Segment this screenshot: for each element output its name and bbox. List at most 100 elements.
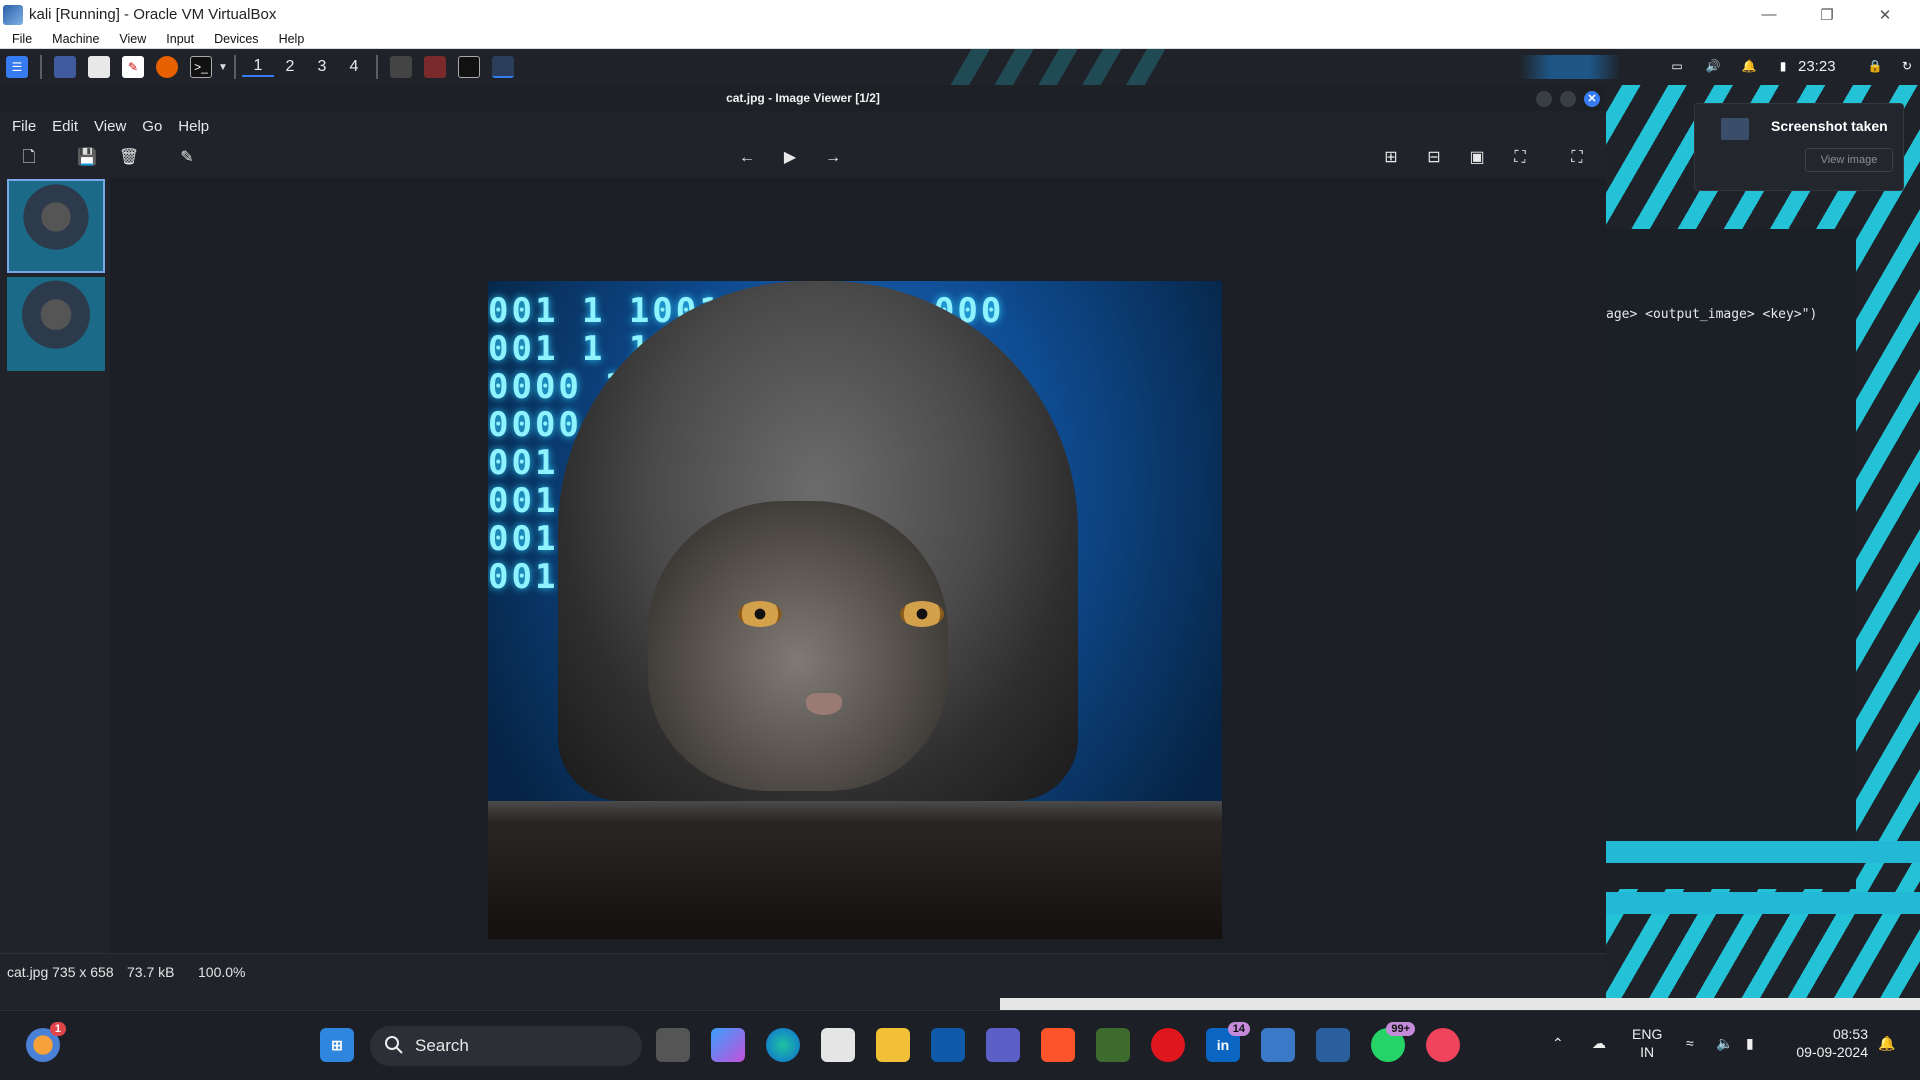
- start-button[interactable]: ⊞: [320, 1028, 354, 1062]
- cat-face: [648, 501, 948, 791]
- workspace-1[interactable]: 1: [241, 57, 274, 77]
- task-image-viewer-icon[interactable]: [491, 56, 514, 78]
- zoom-out-icon[interactable]: ⊟: [1423, 147, 1445, 169]
- minimize-button[interactable]: —: [1746, 0, 1792, 29]
- chevron-up-icon[interactable]: ⌃: [1552, 1035, 1564, 1052]
- terminal-output-line: age> <output_image> <key>"): [1606, 307, 1818, 322]
- kali-top-panel: ☰ ✎ >_ ▼ 1 2 3 4 ▭ 🔊 🔔 ▮ 23:23 🔒 ↻: [0, 49, 1920, 85]
- minimize-button[interactable]: [1536, 91, 1552, 107]
- zoom-100-icon[interactable]: ▣: [1466, 147, 1488, 169]
- close-button[interactable]: ✕: [1584, 91, 1600, 107]
- system-clock[interactable]: 08:53 09-09-2024: [1782, 1025, 1868, 1061]
- host-window-title: kali [Running] - Oracle VM VirtualBox: [29, 6, 277, 23]
- kali-clock[interactable]: 23:23: [1798, 58, 1836, 75]
- notification-bell-icon[interactable]: 🔔: [1738, 55, 1760, 77]
- edge-icon[interactable]: [766, 1028, 800, 1062]
- menu-input[interactable]: Input: [154, 32, 202, 46]
- screenshot-notification: Screenshot taken View image: [1694, 103, 1904, 191]
- viewer-titlebar: cat.jpg - Image Viewer [1/2] ✕: [0, 85, 1606, 111]
- cat-eye: [900, 601, 944, 627]
- store-icon[interactable]: [821, 1028, 855, 1062]
- thumbnail-cat-2[interactable]: [7, 277, 105, 371]
- language-region: IN: [1640, 1044, 1655, 1060]
- viewer-toolbar: 🗋 💾 🗑 ✎ ← ▶ → ⊞ ⊟ ▣ ⛶ ⛶: [0, 141, 1606, 177]
- previous-arrow-icon[interactable]: ←: [736, 147, 758, 169]
- task-app-icon[interactable]: [389, 56, 412, 78]
- save-icon[interactable]: 💾: [76, 147, 98, 169]
- battery-icon[interactable]: ▮: [1772, 55, 1794, 77]
- chevron-down-icon[interactable]: ▼: [218, 62, 228, 73]
- zoom-in-icon[interactable]: ⊞: [1380, 147, 1402, 169]
- viewer-menu-go[interactable]: Go: [142, 118, 162, 135]
- wifi-icon[interactable]: ≈: [1686, 1035, 1694, 1051]
- menu-machine[interactable]: Machine: [40, 32, 107, 46]
- speaker-icon[interactable]: 🔈: [1716, 1035, 1733, 1052]
- cat-nose: [806, 693, 842, 715]
- terminal-icon[interactable]: >_: [190, 56, 212, 78]
- terminal-window: [1606, 229, 1856, 889]
- menu-view[interactable]: View: [107, 32, 154, 46]
- viewer-menu-help[interactable]: Help: [178, 118, 209, 135]
- play-slideshow-icon[interactable]: ▶: [779, 147, 801, 169]
- next-arrow-icon[interactable]: →: [822, 147, 844, 169]
- copilot-icon[interactable]: [711, 1028, 745, 1062]
- vscode-icon[interactable]: [931, 1028, 965, 1062]
- task-app-icon[interactable]: [423, 56, 446, 78]
- view-image-button[interactable]: View image: [1805, 148, 1893, 172]
- wallpaper-stripe: [1606, 892, 1920, 914]
- viewer-menu-view[interactable]: View: [94, 118, 126, 135]
- recorder-icon[interactable]: [1426, 1028, 1460, 1062]
- whatsapp-icon[interactable]: 99+: [1371, 1022, 1415, 1062]
- close-button[interactable]: ✕: [1862, 0, 1908, 29]
- volume-icon[interactable]: 🔊: [1702, 55, 1724, 77]
- workspace-4[interactable]: 4: [338, 58, 370, 76]
- maximize-button[interactable]: [1560, 91, 1576, 107]
- notification-title: Screenshot taken: [1771, 118, 1888, 134]
- search-box[interactable]: Search: [370, 1026, 642, 1066]
- thumbnail-cat[interactable]: [7, 179, 105, 273]
- weather-widget-icon[interactable]: 1: [26, 1022, 66, 1062]
- viewer-title: cat.jpg - Image Viewer [1/2]: [726, 91, 880, 105]
- linkedin-badge: 14: [1227, 1022, 1250, 1036]
- desktop-icon[interactable]: [54, 56, 76, 78]
- virtualbox-taskbar-icon[interactable]: [1261, 1028, 1295, 1062]
- kali-menu-icon[interactable]: ☰: [6, 56, 28, 78]
- laptop-edge: [488, 801, 1222, 939]
- opera-icon[interactable]: [1151, 1028, 1185, 1062]
- weather-badge: 1: [49, 1022, 66, 1036]
- restore-button[interactable]: ❐: [1804, 0, 1850, 29]
- power-icon[interactable]: ↻: [1896, 55, 1918, 77]
- app-icon[interactable]: [1096, 1028, 1130, 1062]
- panel-separator: [233, 55, 236, 79]
- lock-icon[interactable]: 🔒: [1864, 55, 1886, 77]
- workspace-3[interactable]: 3: [306, 58, 338, 76]
- viewer-menu-file[interactable]: File: [12, 118, 36, 135]
- teams-icon[interactable]: [986, 1028, 1020, 1062]
- task-view-icon[interactable]: [656, 1028, 690, 1062]
- viewer-menu-edit[interactable]: Edit: [52, 118, 78, 135]
- fullscreen-icon[interactable]: ⛶: [1566, 147, 1588, 169]
- text-editor-icon[interactable]: ✎: [122, 56, 144, 78]
- menu-file[interactable]: File: [0, 32, 40, 46]
- battery-icon[interactable]: ▮: [1746, 1035, 1754, 1052]
- zoom-fit-icon[interactable]: ⛶: [1509, 147, 1531, 169]
- file-explorer-icon[interactable]: [876, 1028, 910, 1062]
- firefox-icon[interactable]: [156, 56, 178, 78]
- linkedin-icon[interactable]: in 14: [1206, 1022, 1250, 1062]
- open-file-icon[interactable]: 🗋: [18, 147, 40, 169]
- file-manager-icon[interactable]: [88, 56, 110, 78]
- vbox-status-bar: [1000, 998, 1920, 1010]
- host-titlebar: kali [Running] - Oracle VM VirtualBox — …: [0, 0, 1920, 29]
- menu-devices[interactable]: Devices: [202, 32, 266, 46]
- delete-icon[interactable]: 🗑: [118, 147, 140, 169]
- display-icon[interactable]: ▭: [1666, 55, 1688, 77]
- menu-help[interactable]: Help: [267, 32, 313, 46]
- brave-icon[interactable]: [1041, 1028, 1075, 1062]
- onedrive-icon[interactable]: ☁: [1592, 1035, 1606, 1052]
- notification-bell-icon[interactable]: 🔔: [1878, 1035, 1895, 1052]
- language-indicator[interactable]: ENG IN: [1632, 1025, 1662, 1061]
- task-terminal-icon[interactable]: [457, 56, 480, 78]
- app-icon[interactable]: [1316, 1028, 1350, 1062]
- workspace-2[interactable]: 2: [274, 58, 306, 76]
- edit-icon[interactable]: ✎: [176, 147, 198, 169]
